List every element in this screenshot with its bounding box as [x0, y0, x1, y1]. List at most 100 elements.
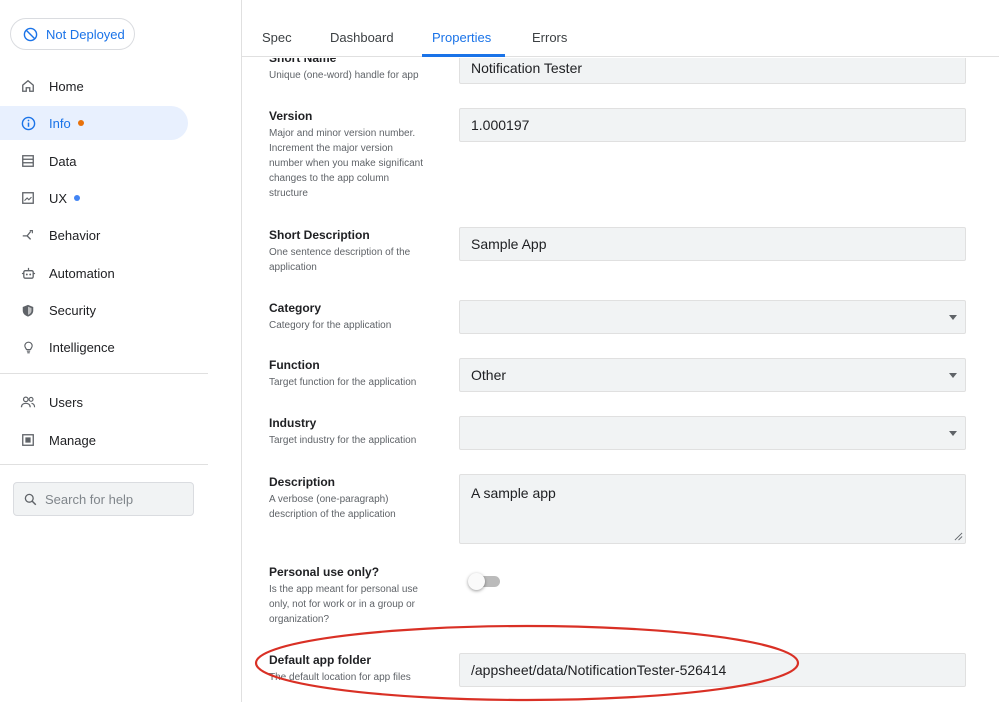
sidebar-item-security[interactable]: Security	[0, 293, 188, 327]
shield-icon	[20, 302, 36, 318]
personal-use-toggle[interactable]	[468, 573, 500, 590]
not-deployed-icon	[23, 27, 38, 41]
sidebar-item-home[interactable]: Home	[0, 69, 188, 103]
sidebar-item-info[interactable]: Info	[0, 106, 188, 140]
behavior-icon	[20, 227, 36, 243]
lightbulb-icon	[20, 339, 36, 355]
sidebar-item-label: UX	[49, 190, 68, 206]
property-description: The default location for app files	[269, 672, 411, 683]
deploy-status-button[interactable]: Not Deployed	[10, 18, 135, 50]
chevron-down-icon	[949, 431, 957, 436]
property-description: One sentence description of the applicat…	[269, 245, 444, 275]
sidebar-item-intelligence[interactable]: Intelligence	[0, 330, 188, 364]
sidebar-item-label: Intelligence	[49, 339, 115, 355]
chevron-down-icon	[949, 315, 957, 320]
tab-bar: Spec Dashboard Properties Errors	[242, 0, 999, 57]
property-title: Function	[269, 358, 320, 372]
property-description: Unique (one-word) handle for app	[269, 70, 419, 81]
info-dot	[74, 195, 81, 201]
industry-select[interactable]	[459, 416, 966, 450]
property-title: Version	[269, 109, 313, 123]
sidebar-item-label: Data	[49, 153, 77, 169]
description-line: organization?	[269, 614, 330, 625]
sidebar-item-label: Automation	[49, 265, 115, 281]
property-description: Target industry for the application	[269, 435, 417, 446]
search-icon	[24, 493, 37, 505]
sidebar-divider	[0, 464, 208, 465]
property-short-name: Short Name Unique (one-word) handle for …	[269, 58, 444, 83]
tab-properties[interactable]: Properties	[432, 30, 491, 45]
property-default-folder: Default app folder The default location …	[269, 653, 444, 685]
field-value: Other	[471, 367, 507, 383]
description-line: only, not for work or in a group or	[269, 599, 415, 610]
property-short-description: Short Description One sentence descripti…	[269, 228, 444, 275]
sidebar-item-manage[interactable]: Manage	[0, 423, 188, 457]
sidebar: Not Deployed Home Info Data UX Behavior	[0, 0, 208, 702]
robot-icon	[20, 265, 36, 281]
data-icon	[20, 153, 36, 169]
sidebar-item-label: Manage	[49, 432, 96, 448]
property-title: Description	[269, 475, 336, 489]
info-icon	[20, 115, 36, 131]
property-title: Industry	[269, 416, 317, 430]
short-description-input[interactable]: Sample App	[459, 227, 966, 261]
function-select[interactable]: Other	[459, 358, 966, 392]
description-line: Major and minor version number.	[269, 128, 416, 139]
property-title: Short Description	[269, 228, 370, 242]
sidebar-item-label: Home	[49, 78, 84, 94]
sidebar-item-ux[interactable]: UX	[0, 181, 188, 215]
sidebar-item-behavior[interactable]: Behavior	[0, 218, 188, 252]
property-description: A verbose (one-paragraph) description of…	[269, 492, 444, 522]
property-description-field: Description A verbose (one-paragraph) de…	[269, 475, 444, 522]
property-version: Version Major and minor version number. …	[269, 109, 444, 201]
description-textarea[interactable]: A sample app	[459, 474, 966, 544]
field-value: 1.000197	[471, 117, 530, 133]
short-name-input[interactable]: Notification Tester	[459, 58, 966, 84]
field-value: Sample App	[471, 236, 547, 252]
ux-icon	[20, 190, 36, 206]
description-line: description of the application	[269, 509, 396, 520]
field-value: /appsheet/data/NotificationTester-526414	[471, 662, 727, 678]
sidebar-item-data[interactable]: Data	[0, 144, 188, 178]
toggle-knob	[468, 573, 485, 590]
users-icon	[20, 394, 36, 410]
chevron-down-icon	[949, 373, 957, 378]
property-title: Short Name	[269, 58, 337, 65]
field-value: Notification Tester	[471, 59, 583, 76]
sidebar-item-label: Security	[49, 302, 96, 318]
description-line: number when you make significant	[269, 158, 423, 169]
description-line: One sentence description of the	[269, 247, 411, 258]
property-title: Default app folder	[269, 653, 372, 667]
property-description: Major and minor version number. Incremen…	[269, 126, 444, 201]
tab-dashboard[interactable]: Dashboard	[330, 30, 394, 45]
description-line: structure	[269, 188, 308, 199]
sidebar-item-label: Behavior	[49, 227, 101, 243]
description-line: changes to the app column	[269, 173, 390, 184]
property-personal-use: Personal use only? Is the app meant for …	[269, 565, 454, 627]
active-tab-indicator	[422, 54, 505, 57]
warning-dot	[77, 120, 84, 126]
category-select[interactable]	[459, 300, 966, 334]
search-placeholder: Search for help	[45, 491, 134, 507]
deploy-status-label: Not Deployed	[46, 26, 125, 42]
help-search-input[interactable]: Search for help	[13, 482, 194, 516]
property-title: Category	[269, 301, 322, 315]
property-function: Function Target function for the applica…	[269, 358, 444, 390]
property-description: Category for the application	[269, 320, 392, 331]
description-line: Is the app meant for personal use	[269, 584, 418, 595]
sidebar-item-automation[interactable]: Automation	[0, 256, 188, 290]
sidebar-item-label: Users	[49, 394, 83, 410]
default-folder-input[interactable]: /appsheet/data/NotificationTester-526414	[459, 653, 966, 687]
sidebar-item-users[interactable]: Users	[0, 385, 188, 419]
tab-spec[interactable]: Spec	[262, 30, 292, 45]
description-line: Increment the major version	[269, 143, 393, 154]
description-line: application	[269, 262, 317, 273]
tab-errors[interactable]: Errors	[532, 30, 567, 45]
sidebar-item-label: Info	[49, 115, 71, 131]
property-description: Target function for the application	[269, 377, 417, 388]
version-input[interactable]: 1.000197	[459, 108, 966, 142]
property-industry: Industry Target industry for the applica…	[269, 416, 444, 448]
resize-handle-icon[interactable]	[954, 532, 963, 541]
sidebar-divider	[0, 373, 208, 374]
field-value: A sample app	[471, 485, 556, 501]
